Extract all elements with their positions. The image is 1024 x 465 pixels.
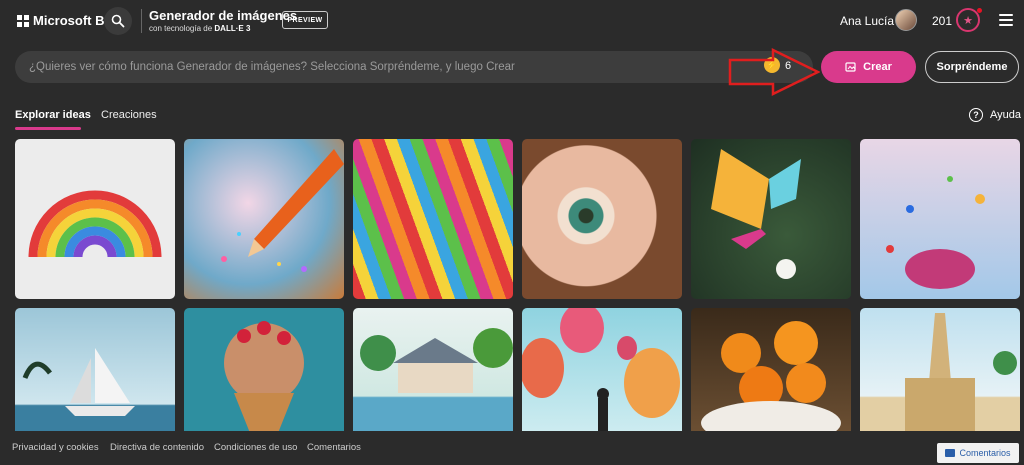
prompt-input[interactable] xyxy=(29,51,729,83)
help-label: Ayuda xyxy=(990,109,1021,121)
paint-splash-image xyxy=(886,176,985,289)
prompt-bar xyxy=(15,51,813,83)
trophy-icon: ★ xyxy=(963,14,973,27)
avatar[interactable] xyxy=(895,9,917,31)
pencil-image xyxy=(221,149,344,272)
search-button[interactable] xyxy=(104,7,132,35)
butterfly-image xyxy=(711,149,801,279)
search-icon xyxy=(111,14,125,28)
tab-creations[interactable]: Creaciones xyxy=(101,109,157,121)
notification-dot xyxy=(977,8,982,13)
microsoft-logo-icon xyxy=(17,14,29,27)
top-bar: Microsoft Bing Generador de imágenes con… xyxy=(0,0,1024,44)
footer-link-terms[interactable]: Condiciones de uso xyxy=(214,442,297,453)
page-title: Generador de imágenes xyxy=(149,8,298,23)
rainbow-image xyxy=(28,190,162,258)
user-name[interactable]: Ana Lucía xyxy=(840,14,894,28)
feedback-icon xyxy=(945,449,956,457)
image-tile-butterfly[interactable] xyxy=(691,139,851,299)
annotation-arrow xyxy=(728,48,820,96)
footer-link-privacy[interactable]: Privacidad y cookies xyxy=(12,442,99,453)
menu-icon[interactable] xyxy=(999,14,1013,26)
page-subtitle: con tecnología de DALL·E 3 xyxy=(149,24,251,33)
footer: Privacidad y cookies Directiva de conten… xyxy=(0,431,1024,465)
image-tile-eye-makeup[interactable] xyxy=(522,139,682,299)
feedback-label: Comentarios xyxy=(959,448,1011,458)
preview-badge: PREVIEW xyxy=(282,11,328,29)
image-tile-pencil-glitter[interactable] xyxy=(184,139,344,299)
header-divider xyxy=(141,9,142,33)
feedback-button[interactable]: Comentarios xyxy=(937,443,1019,463)
create-button-label: Crear xyxy=(863,61,892,73)
help-icon: ? xyxy=(969,108,983,122)
image-tile-paint-splash[interactable] xyxy=(860,139,1020,299)
image-tile-ribbons[interactable] xyxy=(353,139,513,299)
tab-explore-ideas[interactable]: Explorar ideas xyxy=(15,109,91,130)
image-tile-rainbow[interactable] xyxy=(15,139,175,299)
help-button[interactable]: ? Ayuda xyxy=(969,108,1021,122)
rewards-points[interactable]: 201 xyxy=(932,14,952,28)
surprise-button[interactable]: Sorpréndeme xyxy=(925,51,1019,83)
footer-link-feedback[interactable]: Comentarios xyxy=(307,442,361,453)
create-button[interactable]: Crear xyxy=(821,51,916,83)
footer-link-content-policy[interactable]: Directiva de contenido xyxy=(110,442,204,453)
create-image-icon xyxy=(845,62,856,72)
